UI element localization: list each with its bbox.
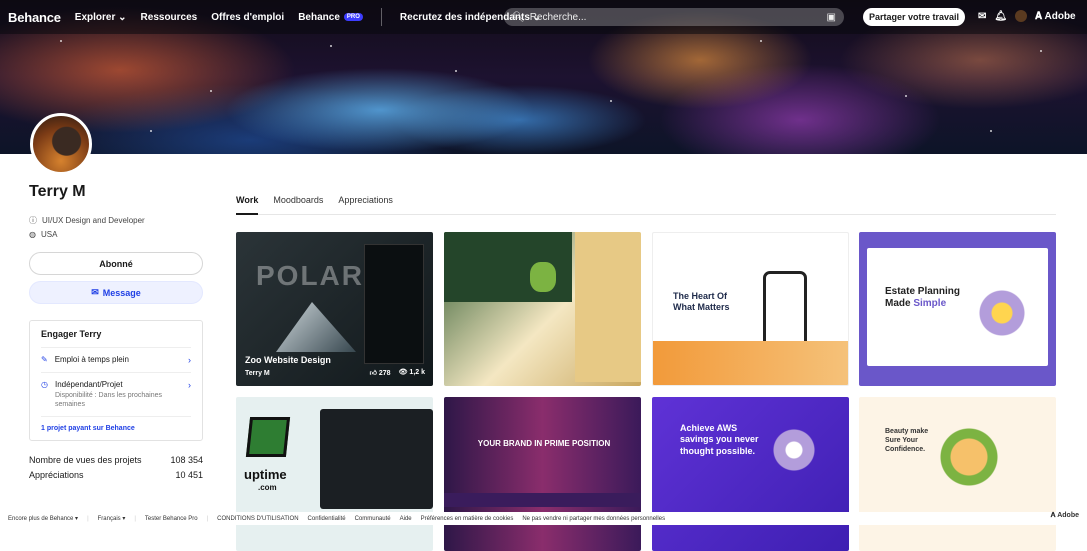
- tab-appreciations[interactable]: Appreciations: [338, 195, 393, 214]
- views-count: 👁︎ 1,2 k: [398, 369, 425, 376]
- nav-divider: [380, 8, 382, 26]
- profile-role: ⓘ UI/UX Design and Developer: [29, 216, 145, 225]
- nav-explorer[interactable]: Explorer ⌄: [75, 12, 127, 23]
- adobe-icon: 𝐀: [1050, 512, 1056, 519]
- card-heart-headline: The Heart Of What Matters: [673, 291, 730, 312]
- hire-freelance-option[interactable]: ◷ Indépendant/Projet Disponibilité : Dans…: [41, 372, 191, 416]
- profile-location: ◍ USA: [29, 230, 58, 239]
- hire-fulltime-option[interactable]: ✎ Emploi à temps plein ›: [41, 347, 191, 372]
- main-nav: Explorer ⌄ Ressources Offres d'emploi Be…: [75, 8, 541, 26]
- briefcase-clock-icon: ◷: [41, 380, 48, 389]
- behance-logo[interactable]: Behance: [8, 10, 61, 25]
- envelope-icon: ✉: [91, 287, 99, 297]
- project-overlay: Zoo Website Design Terry M: [245, 355, 331, 377]
- search-input[interactable]: 🔍︎ Recherche... ▣: [504, 8, 844, 26]
- profile-name: Terry M: [29, 183, 86, 200]
- footer-divider: |: [134, 515, 136, 522]
- footer-divider: |: [206, 515, 209, 522]
- card-band: [444, 493, 641, 507]
- profile-sidebar: Terry M ⓘ UI/UX Design and Developer ◍ USA…: [29, 180, 203, 485]
- pro-badge: PRO: [343, 12, 363, 21]
- footer-privacy[interactable]: Confidentialité: [308, 516, 346, 522]
- footer-adobe-logo[interactable]: 𝐀 Adobe: [1051, 512, 1079, 520]
- image-search-icon[interactable]: ▣: [827, 12, 836, 23]
- hire-panel-title: Engager Terry: [41, 329, 102, 339]
- mail-icon[interactable]: ✉: [978, 11, 986, 22]
- footer-do-not-sell[interactable]: Ne pas vendre ni partager mes données pe…: [522, 516, 665, 522]
- top-navigation-bar: Behance Explorer ⌄ Ressources Offres d'e…: [0, 0, 1087, 34]
- stat-appreciations: Appréciations 10 451: [29, 470, 203, 481]
- adobe-logo[interactable]: 𝐀 Adobe: [1035, 11, 1076, 22]
- chevron-right-icon: ›: [188, 355, 191, 365]
- mobile-mockup: [364, 244, 424, 364]
- dashboard-mockup: [320, 409, 433, 509]
- cloud-illustration: [764, 425, 824, 475]
- mountain-image: [276, 302, 356, 352]
- footer-help[interactable]: Aide: [400, 516, 412, 522]
- footer-try-pro[interactable]: Tester Behance Pro: [145, 516, 198, 522]
- product-illustration: [939, 427, 999, 487]
- message-button[interactable]: ✉ Message: [29, 281, 203, 304]
- nav-behance-pro[interactable]: Behance PRO: [298, 12, 363, 23]
- project-author: Terry M: [245, 370, 270, 377]
- info-icon: ⓘ: [29, 216, 37, 225]
- project-title: Zoo Website Design: [245, 355, 331, 365]
- card-uptime-brand: uptime: [244, 467, 287, 482]
- nav-ressources[interactable]: Ressources: [141, 12, 198, 23]
- project-card[interactable]: YOUR BRAND IN PRIME POSITION: [444, 397, 641, 551]
- notification-bell-icon[interactable]: 🔔︎: [994, 11, 1007, 22]
- adobe-icon: 𝐀: [1035, 10, 1043, 22]
- project-card[interactable]: uptime .com: [236, 397, 433, 551]
- paid-projects-link[interactable]: 1 projet payant sur Behance: [41, 416, 191, 432]
- top-icons: ✉ 🔔︎ 𝐀 Adobe: [978, 10, 1076, 22]
- uptime-logo-mark: [245, 417, 291, 457]
- card-uptime-domain: .com: [258, 483, 277, 492]
- user-avatar-icon[interactable]: [1015, 10, 1028, 22]
- orange-footer-band: [653, 341, 848, 385]
- footer-community[interactable]: Communauté: [355, 516, 391, 522]
- project-card[interactable]: Achieve AWS savings you never thought po…: [652, 397, 849, 551]
- card-beauty-headline: Beauty make Sure Your Confidence.: [885, 428, 929, 454]
- hire-panel: Engager Terry ✎ Emploi à temps plein › ◷ …: [29, 320, 203, 442]
- chevron-right-icon: ›: [188, 380, 191, 390]
- site-side-panel: [575, 232, 641, 382]
- people-illustration: [967, 278, 1037, 348]
- card-estate-headline: Estate Planning Made Simple: [885, 286, 961, 309]
- follow-button[interactable]: Abonné: [29, 252, 203, 275]
- frog-mascot: [530, 262, 556, 292]
- footer-more-behance[interactable]: Encore plus de Behance ▾: [8, 515, 78, 522]
- card-aws-headline: Achieve AWS savings you never thought po…: [680, 423, 759, 456]
- footer-language[interactable]: Français ▾: [98, 515, 126, 522]
- search-icon: 🔍︎: [512, 11, 525, 23]
- footer-terms[interactable]: CONDITIONS D'UTILISATION: [217, 516, 298, 522]
- card-polar-title: POLAR: [256, 260, 364, 291]
- project-card[interactable]: Beauty make Sure Your Confidence.: [859, 397, 1056, 551]
- profile-stats: Nombre de vues des projets 108 354 Appréc…: [29, 455, 203, 480]
- likes-count: 👍︎ 278: [369, 370, 391, 377]
- availability-text: Disponibilité : Dans les prochaines sema…: [54, 392, 162, 409]
- project-card[interactable]: The Heart Of What Matters: [652, 232, 849, 386]
- project-card[interactable]: POLAR Zoo Website Design Terry M 👍︎ 278 👁︎…: [236, 232, 433, 386]
- footer: Encore plus de Behance ▾ | Français ▾ | Te…: [0, 512, 1087, 525]
- footer-divider: |: [87, 515, 89, 522]
- search-placeholder: Recherche...: [529, 11, 587, 23]
- project-card[interactable]: Estate Planning Made Simple: [859, 232, 1056, 386]
- profile-tabs: Work Moodboards Appreciations: [236, 195, 1056, 215]
- site-mockup: Estate Planning Made Simple: [867, 248, 1048, 366]
- globe-icon: ◍: [29, 230, 36, 239]
- stat-views: Nombre de vues des projets 108 354: [29, 455, 203, 466]
- tab-moodboards[interactable]: Moodboards: [273, 195, 323, 214]
- card-prime-headline: YOUR BRAND IN PRIME POSITION: [477, 439, 611, 448]
- project-stats: 👍︎ 278 👁︎ 1,2 k: [370, 368, 425, 377]
- project-card[interactable]: [444, 232, 641, 386]
- tab-work[interactable]: Work: [236, 195, 259, 215]
- nav-offres-emploi[interactable]: Offres d'emploi: [211, 12, 284, 23]
- edit-document-icon: ✎: [41, 355, 48, 364]
- profile-avatar: [30, 113, 92, 175]
- share-work-button[interactable]: Partager votre travail: [863, 8, 965, 26]
- footer-cookies[interactable]: Préférences en matière de cookies: [421, 516, 514, 522]
